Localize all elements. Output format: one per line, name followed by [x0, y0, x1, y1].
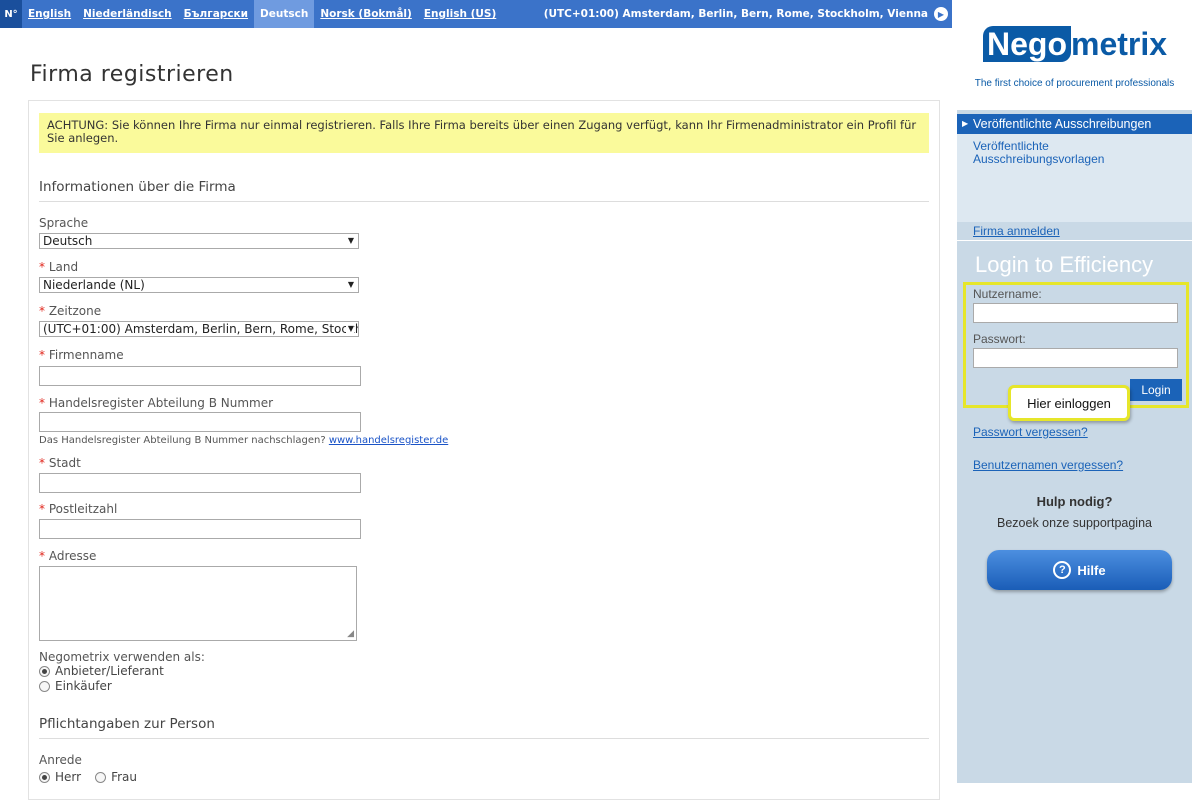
- use-as-option-supplier[interactable]: Anbieter/Lieferant: [39, 664, 164, 678]
- username-label: Nutzername:: [973, 287, 1042, 301]
- resize-grip-icon[interactable]: ◢: [347, 629, 354, 639]
- company-name-label: * Firmenname: [39, 348, 124, 362]
- country-select[interactable]: Niederlande (NL) ▼: [39, 277, 359, 293]
- timezone-select[interactable]: (UTC+01:00) Amsterdam, Berlin, Bern, Rom…: [39, 321, 359, 337]
- negometrix-mini-logo[interactable]: N°: [0, 0, 22, 28]
- salutation-frau[interactable]: Frau: [111, 770, 137, 784]
- radio-checked-icon[interactable]: [39, 771, 50, 783]
- language-select[interactable]: Deutsch ▼: [39, 233, 359, 249]
- registry-label: * Handelsregister Abteilung B Nummer: [39, 396, 274, 410]
- caret-right-icon: ▶: [962, 119, 969, 128]
- login-tooltip: Hier einloggen: [1008, 385, 1130, 421]
- lang-norwegian[interactable]: Norsk (Bokmål): [314, 0, 418, 28]
- username-input[interactable]: [973, 303, 1178, 323]
- postcode-input[interactable]: [39, 519, 361, 539]
- page-title: Firma registrieren: [30, 62, 234, 87]
- salutation-label: Anrede: [39, 753, 82, 767]
- help-title: Hulp nodig?: [1036, 494, 1113, 509]
- lang-dutch[interactable]: Niederländisch: [77, 0, 178, 28]
- language-label: Sprache: [39, 216, 89, 230]
- login-button[interactable]: Login: [1130, 379, 1182, 401]
- use-as-label: Negometrix verwenden als:: [39, 650, 205, 664]
- language-select-value: Deutsch: [43, 234, 93, 248]
- radio-unchecked-icon[interactable]: [39, 680, 50, 692]
- divider: [957, 240, 1192, 241]
- timezone-select-value: (UTC+01:00) Amsterdam, Berlin, Bern, Rom…: [43, 322, 358, 336]
- company-section-heading: Informationen über die Firma: [39, 179, 929, 202]
- logo-area: Nego metrix The first choice of procureme…: [957, 0, 1192, 110]
- city-label: * Stadt: [39, 456, 81, 470]
- use-as-option-buyer[interactable]: Einkäufer: [39, 679, 112, 693]
- lang-bulgarian[interactable]: Български: [178, 0, 254, 28]
- address-textarea[interactable]: ◢: [39, 566, 357, 641]
- tagline: The first choice of procurement professi…: [974, 78, 1175, 89]
- city-input[interactable]: [39, 473, 361, 493]
- registry-input[interactable]: [39, 412, 361, 432]
- login-title: Login to Efficiency: [975, 252, 1154, 277]
- lang-english[interactable]: English: [22, 0, 77, 28]
- dropdown-arrow-icon: ▼: [347, 236, 354, 245]
- salutation-options: Herr Frau: [39, 770, 137, 784]
- registry-link[interactable]: www.handelsregister.de: [329, 435, 448, 446]
- dropdown-arrow-icon: ▼: [347, 280, 354, 289]
- registry-hint: Das Handelsregister Abteilung B Nummer n…: [39, 435, 449, 446]
- negometrix-logo[interactable]: Nego metrix: [983, 26, 1167, 63]
- collapse-arrow-icon[interactable]: ▶: [934, 7, 948, 21]
- language-bar: N° English Niederländisch Български Deut…: [0, 0, 952, 28]
- radio-unchecked-icon[interactable]: [95, 771, 107, 783]
- help-subtitle: Bezoek onze supportpagina: [997, 516, 1152, 530]
- country-select-value: Niederlande (NL): [43, 278, 145, 292]
- forgot-username-link[interactable]: Benutzernamen vergessen?: [973, 458, 1123, 472]
- timezone-display: (UTC+01:00) Amsterdam, Berlin, Bern, Rom…: [543, 8, 928, 20]
- radio-checked-icon[interactable]: [39, 665, 50, 677]
- sidebar: Nego metrix The first choice of procureme…: [957, 0, 1192, 783]
- nav-published-tenders[interactable]: ▶ Veröffentlichte Ausschreibungen: [957, 114, 1192, 134]
- salutation-herr[interactable]: Herr: [55, 770, 81, 784]
- nav-published-templates[interactable]: Veröffentlichte Ausschreibungsvorlagen: [973, 140, 1173, 166]
- timezone-label: * Zeitzone: [39, 304, 102, 318]
- lang-english-us[interactable]: English (US): [418, 0, 502, 28]
- postcode-label: * Postleitzahl: [39, 502, 118, 516]
- question-icon: ?: [1053, 561, 1072, 579]
- dropdown-arrow-icon: ▼: [345, 322, 354, 336]
- register-company-link[interactable]: Firma anmelden: [973, 224, 1060, 238]
- company-name-input[interactable]: [39, 366, 361, 386]
- country-label: * Land: [39, 260, 79, 274]
- forgot-password-link[interactable]: Passwort vergessen?: [973, 425, 1088, 439]
- help-button[interactable]: ? Hilfe: [987, 550, 1172, 590]
- registration-form: ACHTUNG: Sie können Ihre Firma nur einma…: [28, 100, 940, 800]
- address-label: * Adresse: [39, 549, 97, 563]
- password-input[interactable]: [973, 348, 1178, 368]
- password-label: Passwort:: [973, 332, 1026, 346]
- lang-german[interactable]: Deutsch: [254, 0, 315, 28]
- person-section-heading: Pflichtangaben zur Person: [39, 716, 929, 739]
- warning-banner: ACHTUNG: Sie können Ihre Firma nur einma…: [39, 113, 929, 153]
